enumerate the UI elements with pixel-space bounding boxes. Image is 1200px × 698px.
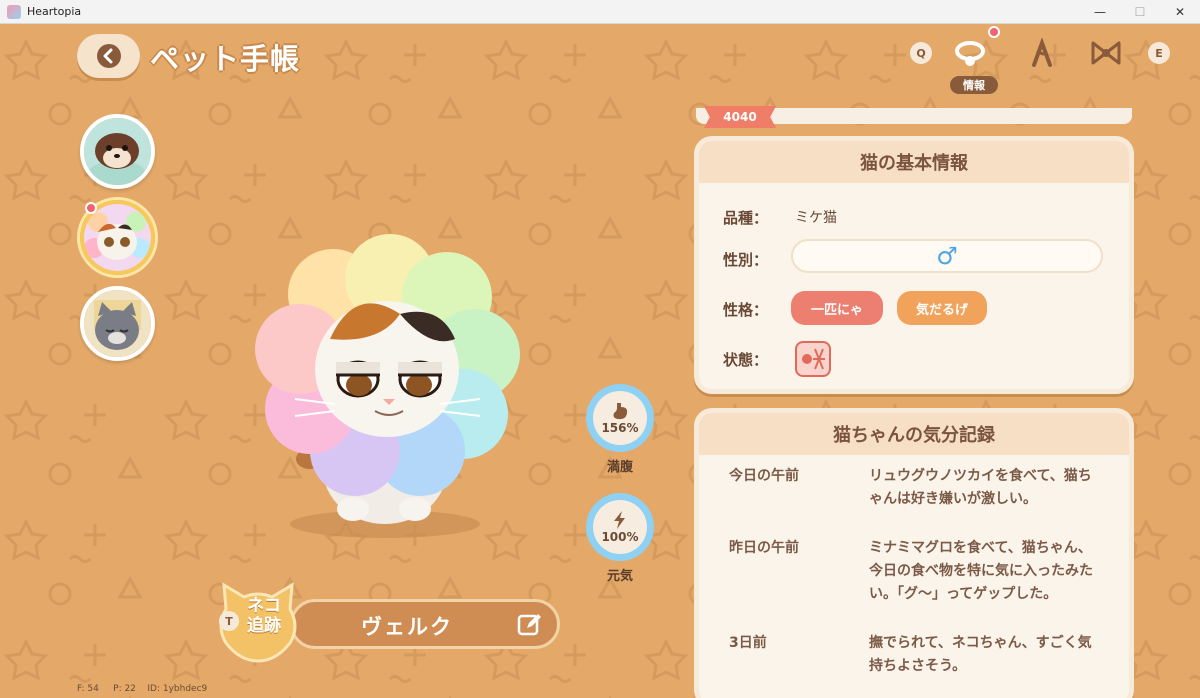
pet-name: ヴェルク (361, 615, 453, 639)
bow-icon (1091, 41, 1121, 65)
energy-label: 元気 (606, 569, 633, 584)
pet-model-calico (255, 234, 520, 538)
mood-log-panel: 猫ちゃんの気分記録 今日の午前 リュウグウノツカイを食べて、猫ちゃんは好き嫌いが… (694, 408, 1134, 698)
lightning-icon (614, 510, 625, 529)
debug-info: F: 54 P: 22 ID: 1ybhdec9 (77, 684, 208, 694)
tab-skills[interactable] (1023, 36, 1059, 70)
key-hint-q: Q (910, 42, 932, 64)
basic-info-panel: 猫の基本情報 品種： ミケ猫 性別： ♂ 性格： 一匹にゃ 気だるげ 状態： (694, 136, 1134, 394)
stat-energy: 100% 元気 (586, 493, 654, 584)
mood-entry-text: ミナミマグロを食べて、猫ちゃん、今日の食べ物を特に気に入ったみたい。「グ〜」って… (869, 540, 1093, 602)
calico-cat-portrait (84, 204, 151, 271)
personality-label: 性格： (723, 301, 769, 319)
back-button[interactable] (77, 34, 140, 78)
energy-value: 100% (601, 529, 639, 544)
gender-field: ♂ (791, 239, 1103, 273)
mood-entry-day: 3日前 (729, 635, 767, 651)
edit-icon (517, 614, 541, 636)
game-screen: ペット手帳 Q 情報 E 156% 満腹 100% 元気 ヴェルク ネコ 追跡 … (0, 24, 1200, 698)
collar-icon (955, 41, 985, 66)
scratch-icon (1032, 38, 1052, 67)
stomach-icon (613, 402, 628, 419)
mood-log-title: 猫ちゃんの気分記録 (699, 413, 1129, 455)
stat-fullness: 156% 満腹 (586, 384, 654, 475)
close-button[interactable]: ✕ (1160, 0, 1200, 24)
mood-entry-text: リュウグウノツカイを食べて、猫ちゃんは好き嫌いが激しい。 (869, 468, 1092, 507)
tab-notification-dot (988, 26, 1000, 38)
gray-cat-portrait (84, 290, 151, 357)
window-titlebar: Heartopia — ☐ ✕ (0, 0, 1200, 24)
level-value: 4040 (704, 106, 776, 128)
picky-eater-icon[interactable] (795, 341, 831, 377)
status-label: 状態： (723, 351, 769, 369)
key-hint-e: E (1148, 42, 1170, 64)
tab-info-label: 情報 (950, 76, 998, 94)
male-icon: ♂ (936, 242, 958, 270)
tab-outfit[interactable] (1088, 36, 1124, 70)
maximize-button[interactable]: ☐ (1120, 0, 1160, 24)
shiba-dog-portrait (84, 118, 151, 185)
pet-nameplate: ヴェルク (290, 599, 560, 649)
mood-entry-text: 撫でられて、ネコちゃん、すごく気持ちよさそう。 (869, 635, 1092, 674)
breed-label: 品種： (723, 209, 769, 227)
key-hint-t: T (219, 611, 239, 631)
app-icon (7, 4, 21, 19)
breed-value: ミケ猫 (795, 210, 837, 226)
mood-entry-day: 昨日の午前 (729, 540, 799, 556)
pet-notification-dot (85, 202, 97, 214)
minimize-button[interactable]: — (1080, 0, 1120, 24)
page-title: ペット手帳 (150, 42, 301, 76)
pet-avatar-gray-cat[interactable] (80, 286, 155, 361)
gender-label: 性別： (723, 251, 769, 269)
fullness-value: 156% (601, 420, 639, 435)
mood-entry-day: 今日の午前 (729, 468, 799, 484)
cat-track-label: ネコ 追跡 (247, 596, 281, 636)
personality-tag-1[interactable]: 一匹にゃ (791, 291, 883, 325)
back-arrow-icon (96, 44, 121, 68)
basic-info-title: 猫の基本情報 (699, 141, 1129, 183)
personality-tag-2[interactable]: 気だるげ (897, 291, 987, 325)
tab-info[interactable] (952, 36, 988, 70)
rename-button[interactable] (517, 612, 543, 638)
window-title: Heartopia (27, 5, 82, 18)
pet-avatar-shiba[interactable] (80, 114, 155, 189)
fullness-label: 満腹 (606, 460, 633, 475)
